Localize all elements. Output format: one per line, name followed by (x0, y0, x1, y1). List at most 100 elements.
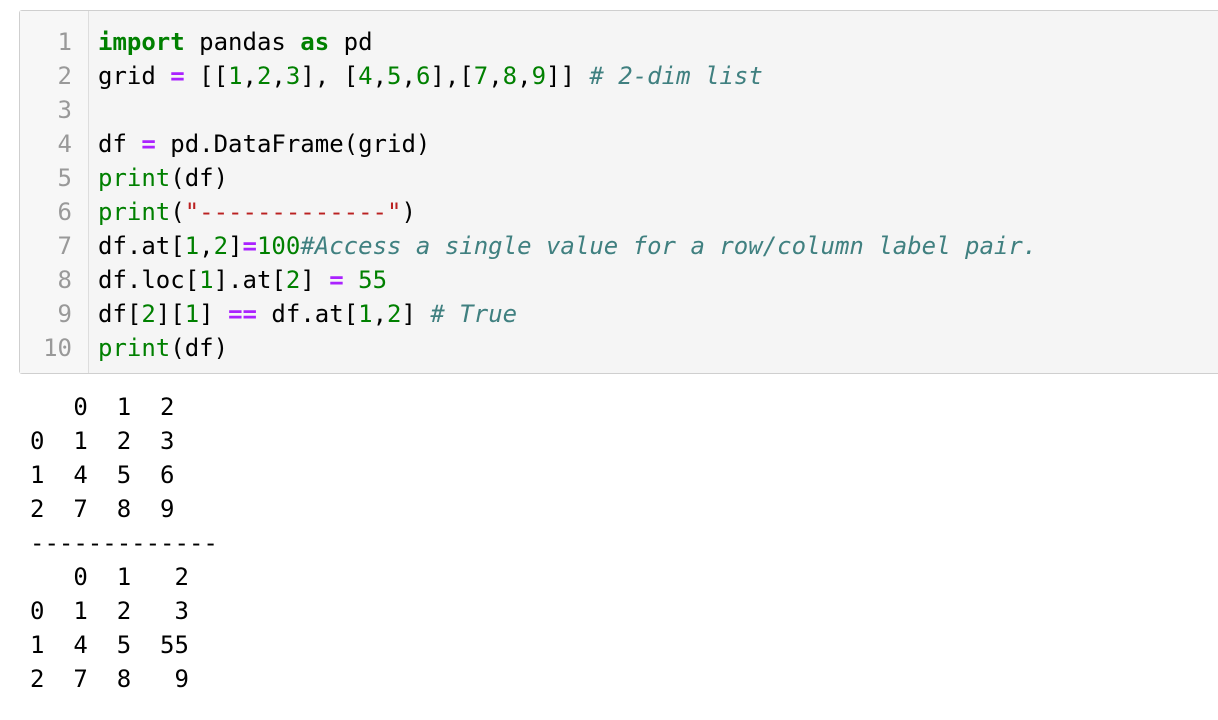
code-token: , (517, 62, 532, 90)
code-token: [[ (184, 62, 229, 90)
code-text[interactable]: print(df) (98, 161, 228, 195)
line-number: 4 (57, 130, 72, 158)
code-token: 2 (387, 300, 402, 328)
code-line[interactable]: 6 print("-------------") (20, 195, 1218, 229)
cell-prompt-marker: : (0, 28, 5, 62)
code-token: print (98, 164, 171, 192)
code-token: # True (430, 300, 518, 328)
code-line[interactable]: 9 df[2][1] == df.at[1,2] # True (20, 297, 1218, 331)
code-line[interactable]: 5 print(df) (20, 161, 1218, 195)
code-token: print (98, 198, 171, 226)
code-token: ] (300, 266, 330, 294)
code-token: df.loc[ (98, 266, 200, 294)
code-token: grid (98, 62, 171, 90)
code-line[interactable]: 3 (20, 93, 1218, 127)
code-token: import (98, 28, 185, 56)
code-token: pd (329, 28, 373, 56)
code-text[interactable]: df = pd.DataFrame(grid) (98, 127, 430, 161)
code-token: 2 (213, 232, 229, 260)
code-token: , (271, 62, 286, 90)
code-token: = (141, 130, 156, 158)
output-line: 1 4 5 6 (30, 461, 175, 489)
code-token: 1 (228, 62, 243, 90)
code-token: 55 (358, 266, 388, 294)
code-line[interactable]: 8 df.loc[1].at[2] = 55 (20, 263, 1218, 297)
code-token: ] (401, 300, 431, 328)
code-token: (df) (170, 334, 229, 362)
code-line[interactable]: 4 df = pd.DataFrame(grid) (20, 127, 1218, 161)
code-token: as (300, 28, 330, 56)
code-token: 1 (199, 266, 214, 294)
code-token: df (98, 130, 142, 158)
code-cell-editor[interactable]: 1 import pandas as pd 2 grid = [[1,2,3], [4… (19, 10, 1218, 374)
code-token: 2 (285, 266, 301, 294)
code-token: , (401, 62, 416, 90)
code-token: 2 (141, 300, 156, 328)
code-token: 6 (415, 62, 431, 90)
code-line[interactable]: 1 import pandas as pd (20, 25, 1218, 59)
code-token: , (488, 62, 503, 90)
code-token: 1 (184, 300, 200, 328)
code-token: = (242, 232, 257, 260)
code-token: 8 (502, 62, 518, 90)
line-number: 2 (57, 62, 72, 90)
code-line[interactable]: 7 df.at[1,2]=100#Access a single value fo… (20, 229, 1218, 263)
line-number: 1 (57, 28, 72, 56)
code-token: 1 (184, 232, 200, 260)
output-line: 0 1 2 (30, 563, 189, 591)
code-token: df[ (98, 300, 142, 328)
code-token: , (372, 62, 388, 90)
line-number: 9 (57, 300, 72, 328)
line-number: 8 (57, 266, 72, 294)
line-number: 7 (57, 232, 72, 260)
code-token: ]] (546, 62, 590, 90)
output-line: 0 1 2 3 (30, 427, 175, 455)
line-number: 10 (43, 334, 72, 362)
code-text[interactable]: grid = [[1,2,3], [4,5,6],[7,8,9]] # 2-di… (98, 59, 763, 93)
code-token: (df) (170, 164, 229, 192)
code-token: ) (401, 198, 416, 226)
code-token: ], [ (300, 62, 359, 90)
code-token: ],[ (430, 62, 474, 90)
code-token: df.at[ (98, 232, 185, 260)
code-token: #Access a single value for a row/column … (300, 232, 1038, 260)
line-number: 5 (57, 164, 72, 192)
code-token: 3 (285, 62, 301, 90)
code-line[interactable]: 2 grid = [[1,2,3], [4,5,6],[7,8,9]] # 2-d… (20, 59, 1218, 93)
code-text[interactable]: print("-------------") (98, 195, 416, 229)
code-token: = (329, 266, 344, 294)
code-token: pd.DataFrame(grid) (155, 130, 431, 158)
code-token: = (170, 62, 185, 90)
code-token: pandas (184, 28, 301, 56)
code-token: ][ (155, 300, 185, 328)
code-token: ( (170, 198, 185, 226)
code-token: "-------------" (184, 198, 402, 226)
code-text[interactable]: df.loc[1].at[2] = 55 (98, 263, 387, 297)
code-token: 2 (256, 62, 272, 90)
line-number: 3 (57, 96, 72, 124)
code-token: # 2-dim list (589, 62, 763, 90)
code-token: df.at[ (256, 300, 359, 328)
output-line: 0 1 2 (30, 393, 175, 421)
code-token: 7 (473, 62, 489, 90)
code-token: ] (228, 232, 243, 260)
code-token: 100 (256, 232, 301, 260)
code-token: 5 (387, 62, 402, 90)
code-token: ].at[ (213, 266, 286, 294)
code-token: print (98, 334, 171, 362)
output-line: 0 1 2 3 (30, 597, 189, 625)
code-text[interactable]: df.at[1,2]=100#Access a single value for… (98, 229, 1037, 263)
output-line: 2 7 8 9 (30, 665, 189, 693)
code-token: ] (199, 300, 229, 328)
code-text[interactable]: print(df) (98, 331, 228, 365)
code-line[interactable]: 10 print(df) (20, 331, 1218, 365)
code-text[interactable]: import pandas as pd (98, 25, 373, 59)
code-token: 4 (358, 62, 373, 90)
output-line: 1 4 5 55 (30, 631, 189, 659)
code-token: 9 (531, 62, 547, 90)
cell-output: 0 1 20 1 2 31 4 5 62 7 8 9 ------------- … (30, 390, 218, 696)
output-line: 2 7 8 9 (30, 495, 175, 523)
code-text[interactable]: df[2][1] == df.at[1,2] # True (98, 297, 517, 331)
code-token: , (242, 62, 257, 90)
